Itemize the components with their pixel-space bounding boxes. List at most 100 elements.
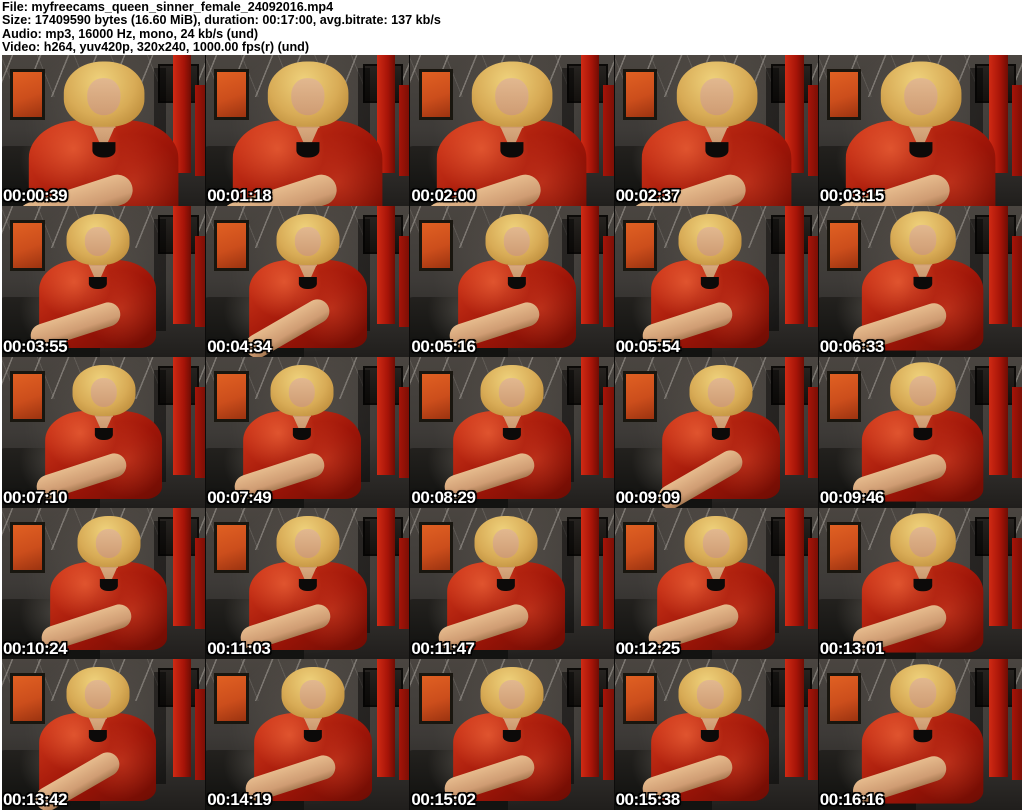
timestamp-label: 00:08:29 — [411, 488, 476, 507]
thumbnail: 00:15:38 — [614, 659, 818, 810]
timestamp-label: 00:06:33 — [819, 337, 885, 356]
black-top — [701, 729, 720, 743]
thumbnail: 00:13:01 — [818, 508, 1022, 659]
thumbnail-scene — [410, 206, 614, 357]
thumbnail-scene — [206, 55, 410, 206]
thumbnail-scene — [614, 659, 818, 810]
thumbnail: 00:05:16 — [410, 206, 614, 357]
black-top — [88, 276, 107, 290]
black-top — [912, 276, 932, 290]
face — [86, 78, 121, 116]
thumbnail: 00:09:09 — [614, 357, 818, 508]
person-figure — [206, 206, 409, 357]
thumbnail-scene — [2, 508, 206, 659]
thumbnail-scene — [818, 357, 1022, 508]
thumbnail-scene — [614, 55, 818, 206]
face — [702, 529, 730, 558]
face — [294, 227, 321, 256]
thumbnail-scene — [614, 508, 818, 659]
face — [299, 680, 326, 709]
timestamp-label: 00:04:34 — [207, 337, 272, 356]
timestamp-label: 00:07:10 — [3, 488, 68, 507]
thumbnail-scene — [206, 659, 410, 810]
thumbnail: 00:03:15 — [818, 55, 1022, 206]
timestamp-label: 00:15:38 — [615, 790, 681, 809]
media-info-line-audio: Audio: mp3, 16000 Hz, mono, 24 kb/s (und… — [2, 26, 259, 41]
black-top — [298, 276, 317, 290]
black-top — [704, 142, 728, 158]
black-top — [912, 729, 932, 743]
person-figure — [620, 357, 818, 508]
media-info-line-size: Size: 17409590 bytes (16.60 MiB), durati… — [2, 13, 441, 28]
thumbnail: 00:06:33 — [818, 206, 1022, 357]
black-top — [912, 427, 932, 441]
black-top — [303, 729, 322, 743]
face — [696, 227, 724, 256]
person-figure — [615, 55, 818, 206]
thumbnail-scene — [410, 508, 614, 659]
thumbnail: 00:10:24 — [2, 508, 206, 659]
black-top — [292, 427, 311, 441]
timestamp-label: 00:09:09 — [615, 488, 681, 507]
thumbnail: 00:00:39 — [2, 55, 206, 206]
timestamp-label: 00:13:42 — [3, 790, 68, 809]
thumbnail-scene — [614, 357, 818, 508]
person-figure — [615, 659, 812, 810]
person-figure — [2, 206, 199, 357]
face — [290, 78, 325, 116]
person-figure — [415, 206, 613, 357]
face — [498, 680, 526, 709]
thumbnail: 00:11:03 — [206, 508, 410, 659]
thumbnail: 00:04:34 — [206, 206, 410, 357]
timestamp-label: 00:15:02 — [411, 790, 476, 809]
timestamp-label: 00:12:25 — [615, 639, 681, 658]
timestamp-label: 00:02:37 — [615, 186, 681, 205]
black-top — [712, 427, 731, 441]
face — [503, 227, 531, 256]
person-figure — [2, 55, 205, 206]
thumbnail: 00:09:46 — [818, 357, 1022, 508]
thumbnail: 00:05:54 — [614, 206, 818, 357]
face — [699, 78, 734, 116]
face — [84, 680, 111, 709]
thumbnail: 00:13:42 — [2, 659, 206, 810]
thumbnail-scene — [818, 206, 1022, 357]
timestamp-label: 00:10:24 — [3, 639, 68, 658]
person-figure — [7, 508, 205, 659]
thumbnail-scene — [614, 206, 818, 357]
black-top — [507, 276, 527, 290]
face — [903, 78, 938, 116]
thumbnail-scene — [206, 206, 410, 357]
thumbnail-grid: 00:00:39 00:01:18 00:02:00 00:02:37 00:0… — [2, 55, 1022, 810]
face — [498, 378, 526, 407]
thumbnail-scene — [818, 55, 1022, 206]
thumbnail-scene — [410, 55, 614, 206]
media-info-line-file: File: myfreecams_queen_sinner_female_240… — [2, 0, 334, 14]
timestamp-label: 00:11:03 — [207, 639, 271, 658]
thumbnail-scene — [2, 659, 206, 810]
timestamp-label: 00:00:39 — [3, 186, 68, 205]
face — [908, 375, 937, 406]
black-top — [94, 427, 113, 441]
person-figure — [410, 357, 613, 508]
black-top — [298, 578, 317, 592]
black-top — [91, 142, 116, 158]
person-figure — [819, 55, 1022, 206]
thumbnail: 00:07:10 — [2, 357, 206, 508]
thumbnail: 00:14:19 — [206, 659, 410, 810]
timestamp-label: 00:07:49 — [207, 488, 272, 507]
timestamp-label: 00:01:18 — [207, 186, 272, 205]
thumbnail: 00:12:25 — [614, 508, 818, 659]
person-figure — [615, 508, 818, 659]
media-info-line-video: Video: h264, yuv420p, 320x240, 1000.00 f… — [2, 40, 310, 55]
timestamp-label: 00:05:54 — [615, 337, 681, 356]
thumbnail-scene — [206, 508, 410, 659]
face — [492, 529, 520, 558]
timestamp-label: 00:11:47 — [411, 639, 475, 658]
person-figure — [819, 508, 1022, 659]
timestamp-label: 00:03:55 — [3, 337, 68, 356]
black-top — [707, 578, 726, 592]
thumbnail: 00:07:49 — [206, 357, 410, 508]
person-figure — [410, 508, 607, 659]
person-figure — [206, 508, 409, 659]
